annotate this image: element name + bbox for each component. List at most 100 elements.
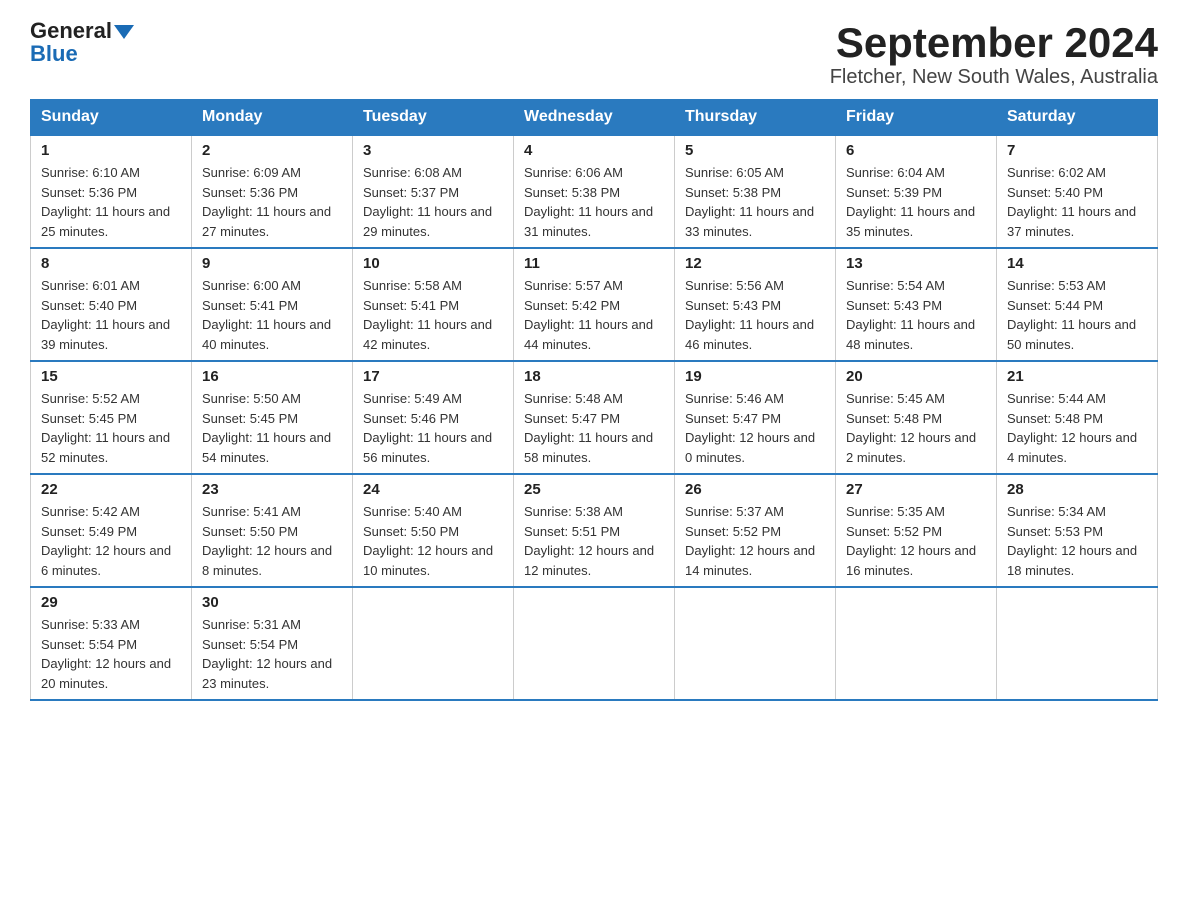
calendar-cell: 30 Sunrise: 5:31 AM Sunset: 5:54 PM Dayl…	[192, 587, 353, 700]
calendar-cell: 1 Sunrise: 6:10 AM Sunset: 5:36 PM Dayli…	[31, 135, 192, 248]
calendar-cell: 10 Sunrise: 5:58 AM Sunset: 5:41 PM Dayl…	[353, 248, 514, 361]
day-number: 24	[363, 481, 503, 498]
day-number: 6	[846, 142, 986, 159]
day-info: Sunrise: 5:57 AM Sunset: 5:42 PM Dayligh…	[524, 276, 664, 354]
logo-top-line: General	[30, 20, 134, 43]
calendar-cell: 12 Sunrise: 5:56 AM Sunset: 5:43 PM Dayl…	[675, 248, 836, 361]
day-info: Sunrise: 5:48 AM Sunset: 5:47 PM Dayligh…	[524, 389, 664, 467]
calendar-cell: 5 Sunrise: 6:05 AM Sunset: 5:38 PM Dayli…	[675, 135, 836, 248]
calendar-cell	[836, 587, 997, 700]
day-number: 10	[363, 255, 503, 272]
day-number: 13	[846, 255, 986, 272]
logo-triangle-icon	[114, 25, 134, 39]
calendar-cell: 20 Sunrise: 5:45 AM Sunset: 5:48 PM Dayl…	[836, 361, 997, 474]
day-number: 5	[685, 142, 825, 159]
day-info: Sunrise: 5:50 AM Sunset: 5:45 PM Dayligh…	[202, 389, 342, 467]
col-thursday: Thursday	[675, 100, 836, 136]
day-number: 14	[1007, 255, 1147, 272]
calendar-cell: 13 Sunrise: 5:54 AM Sunset: 5:43 PM Dayl…	[836, 248, 997, 361]
calendar-cell: 27 Sunrise: 5:35 AM Sunset: 5:52 PM Dayl…	[836, 474, 997, 587]
calendar-cell: 29 Sunrise: 5:33 AM Sunset: 5:54 PM Dayl…	[31, 587, 192, 700]
day-info: Sunrise: 5:52 AM Sunset: 5:45 PM Dayligh…	[41, 389, 181, 467]
day-info: Sunrise: 6:08 AM Sunset: 5:37 PM Dayligh…	[363, 163, 503, 241]
day-number: 29	[41, 594, 181, 611]
day-info: Sunrise: 6:10 AM Sunset: 5:36 PM Dayligh…	[41, 163, 181, 241]
calendar-cell: 24 Sunrise: 5:40 AM Sunset: 5:50 PM Dayl…	[353, 474, 514, 587]
day-number: 30	[202, 594, 342, 611]
logo-blue-text: Blue	[30, 41, 78, 66]
day-number: 28	[1007, 481, 1147, 498]
day-info: Sunrise: 5:31 AM Sunset: 5:54 PM Dayligh…	[202, 615, 342, 693]
calendar-cell: 9 Sunrise: 6:00 AM Sunset: 5:41 PM Dayli…	[192, 248, 353, 361]
day-info: Sunrise: 5:35 AM Sunset: 5:52 PM Dayligh…	[846, 502, 986, 580]
day-number: 22	[41, 481, 181, 498]
calendar-cell: 18 Sunrise: 5:48 AM Sunset: 5:47 PM Dayl…	[514, 361, 675, 474]
calendar-cell: 21 Sunrise: 5:44 AM Sunset: 5:48 PM Dayl…	[997, 361, 1158, 474]
calendar-row-5: 29 Sunrise: 5:33 AM Sunset: 5:54 PM Dayl…	[31, 587, 1158, 700]
calendar-table: Sunday Monday Tuesday Wednesday Thursday…	[30, 99, 1158, 701]
day-info: Sunrise: 5:37 AM Sunset: 5:52 PM Dayligh…	[685, 502, 825, 580]
calendar-cell	[353, 587, 514, 700]
day-number: 18	[524, 368, 664, 385]
day-number: 26	[685, 481, 825, 498]
calendar-cell	[675, 587, 836, 700]
calendar-cell: 6 Sunrise: 6:04 AM Sunset: 5:39 PM Dayli…	[836, 135, 997, 248]
calendar-cell: 2 Sunrise: 6:09 AM Sunset: 5:36 PM Dayli…	[192, 135, 353, 248]
header-row: Sunday Monday Tuesday Wednesday Thursday…	[31, 100, 1158, 136]
calendar-cell: 22 Sunrise: 5:42 AM Sunset: 5:49 PM Dayl…	[31, 474, 192, 587]
calendar-cell: 3 Sunrise: 6:08 AM Sunset: 5:37 PM Dayli…	[353, 135, 514, 248]
day-info: Sunrise: 5:34 AM Sunset: 5:53 PM Dayligh…	[1007, 502, 1147, 580]
day-info: Sunrise: 5:46 AM Sunset: 5:47 PM Dayligh…	[685, 389, 825, 467]
calendar-cell: 16 Sunrise: 5:50 AM Sunset: 5:45 PM Dayl…	[192, 361, 353, 474]
day-info: Sunrise: 5:42 AM Sunset: 5:49 PM Dayligh…	[41, 502, 181, 580]
day-number: 2	[202, 142, 342, 159]
calendar-cell: 14 Sunrise: 5:53 AM Sunset: 5:44 PM Dayl…	[997, 248, 1158, 361]
day-number: 25	[524, 481, 664, 498]
day-info: Sunrise: 6:06 AM Sunset: 5:38 PM Dayligh…	[524, 163, 664, 241]
day-number: 3	[363, 142, 503, 159]
day-info: Sunrise: 5:33 AM Sunset: 5:54 PM Dayligh…	[41, 615, 181, 693]
day-number: 23	[202, 481, 342, 498]
day-number: 16	[202, 368, 342, 385]
day-info: Sunrise: 6:05 AM Sunset: 5:38 PM Dayligh…	[685, 163, 825, 241]
day-info: Sunrise: 5:49 AM Sunset: 5:46 PM Dayligh…	[363, 389, 503, 467]
day-number: 4	[524, 142, 664, 159]
page-header: General Blue September 2024 Fletcher, Ne…	[30, 20, 1158, 89]
calendar-cell: 28 Sunrise: 5:34 AM Sunset: 5:53 PM Dayl…	[997, 474, 1158, 587]
calendar-cell	[997, 587, 1158, 700]
col-friday: Friday	[836, 100, 997, 136]
col-tuesday: Tuesday	[353, 100, 514, 136]
day-number: 7	[1007, 142, 1147, 159]
calendar-cell: 8 Sunrise: 6:01 AM Sunset: 5:40 PM Dayli…	[31, 248, 192, 361]
title-block: September 2024 Fletcher, New South Wales…	[830, 20, 1158, 89]
calendar-row-2: 8 Sunrise: 6:01 AM Sunset: 5:40 PM Dayli…	[31, 248, 1158, 361]
calendar-row-1: 1 Sunrise: 6:10 AM Sunset: 5:36 PM Dayli…	[31, 135, 1158, 248]
calendar-row-3: 15 Sunrise: 5:52 AM Sunset: 5:45 PM Dayl…	[31, 361, 1158, 474]
day-info: Sunrise: 5:53 AM Sunset: 5:44 PM Dayligh…	[1007, 276, 1147, 354]
calendar-cell	[514, 587, 675, 700]
day-number: 17	[363, 368, 503, 385]
calendar-cell: 23 Sunrise: 5:41 AM Sunset: 5:50 PM Dayl…	[192, 474, 353, 587]
logo: General Blue	[30, 20, 134, 66]
day-info: Sunrise: 5:56 AM Sunset: 5:43 PM Dayligh…	[685, 276, 825, 354]
day-info: Sunrise: 6:01 AM Sunset: 5:40 PM Dayligh…	[41, 276, 181, 354]
day-info: Sunrise: 5:58 AM Sunset: 5:41 PM Dayligh…	[363, 276, 503, 354]
day-number: 11	[524, 255, 664, 272]
col-wednesday: Wednesday	[514, 100, 675, 136]
day-info: Sunrise: 5:44 AM Sunset: 5:48 PM Dayligh…	[1007, 389, 1147, 467]
calendar-cell: 26 Sunrise: 5:37 AM Sunset: 5:52 PM Dayl…	[675, 474, 836, 587]
calendar-cell: 19 Sunrise: 5:46 AM Sunset: 5:47 PM Dayl…	[675, 361, 836, 474]
calendar-cell: 7 Sunrise: 6:02 AM Sunset: 5:40 PM Dayli…	[997, 135, 1158, 248]
day-number: 8	[41, 255, 181, 272]
day-number: 12	[685, 255, 825, 272]
day-info: Sunrise: 6:00 AM Sunset: 5:41 PM Dayligh…	[202, 276, 342, 354]
calendar-cell: 25 Sunrise: 5:38 AM Sunset: 5:51 PM Dayl…	[514, 474, 675, 587]
location-text: Fletcher, New South Wales, Australia	[830, 66, 1158, 89]
calendar-cell: 11 Sunrise: 5:57 AM Sunset: 5:42 PM Dayl…	[514, 248, 675, 361]
day-info: Sunrise: 5:41 AM Sunset: 5:50 PM Dayligh…	[202, 502, 342, 580]
day-number: 19	[685, 368, 825, 385]
day-number: 1	[41, 142, 181, 159]
day-info: Sunrise: 6:04 AM Sunset: 5:39 PM Dayligh…	[846, 163, 986, 241]
calendar-cell: 15 Sunrise: 5:52 AM Sunset: 5:45 PM Dayl…	[31, 361, 192, 474]
day-info: Sunrise: 5:38 AM Sunset: 5:51 PM Dayligh…	[524, 502, 664, 580]
